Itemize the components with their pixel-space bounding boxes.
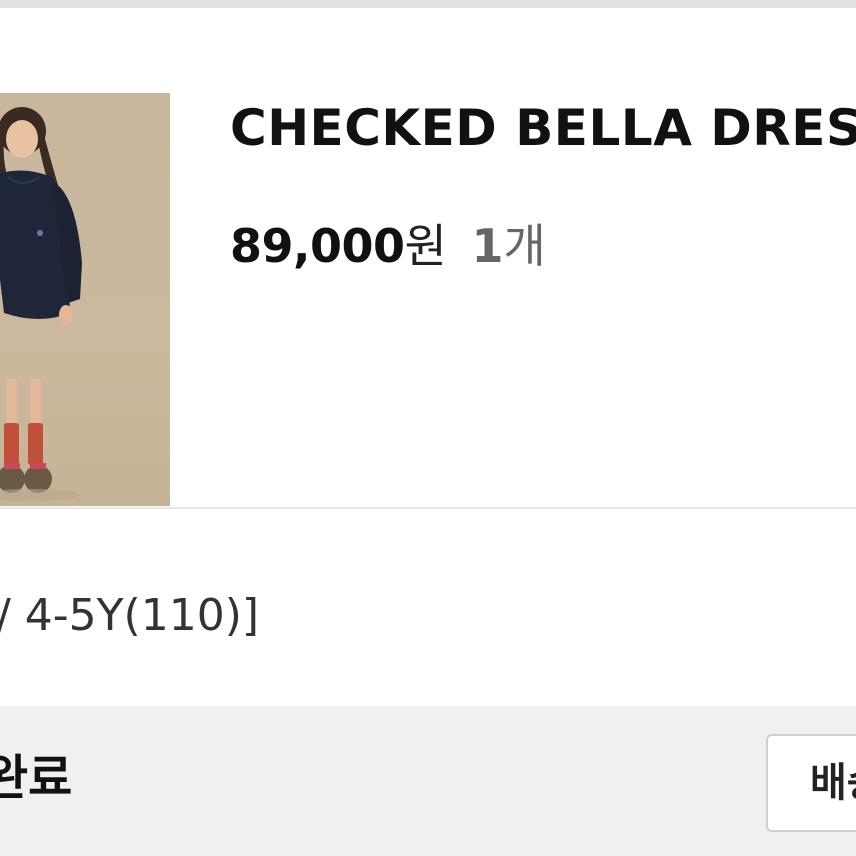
order-status: 완료 — [0, 750, 73, 806]
quantity-value: 1 — [471, 219, 504, 273]
product-photo-illustration — [0, 107, 82, 501]
quantity-unit: 개 — [503, 219, 546, 273]
product-thumbnail[interactable] — [0, 93, 170, 506]
product-title[interactable]: CHECKED BELLA DRESS — [230, 98, 856, 158]
price-amount: 89,000 — [230, 219, 405, 273]
section-divider — [0, 507, 856, 509]
top-border — [0, 0, 856, 8]
order-footer: 완료 배송 — [0, 706, 856, 856]
option-summary: / 4-5Y(110)] — [0, 590, 260, 641]
delivery-tracking-button[interactable]: 배송 — [766, 734, 856, 832]
order-item-screen: CHECKED BELLA DRESS 89,000원 1개 / 4-5Y(11… — [0, 0, 856, 856]
price-row: 89,000원 1개 — [230, 216, 546, 276]
price-currency: 원 — [404, 219, 447, 273]
